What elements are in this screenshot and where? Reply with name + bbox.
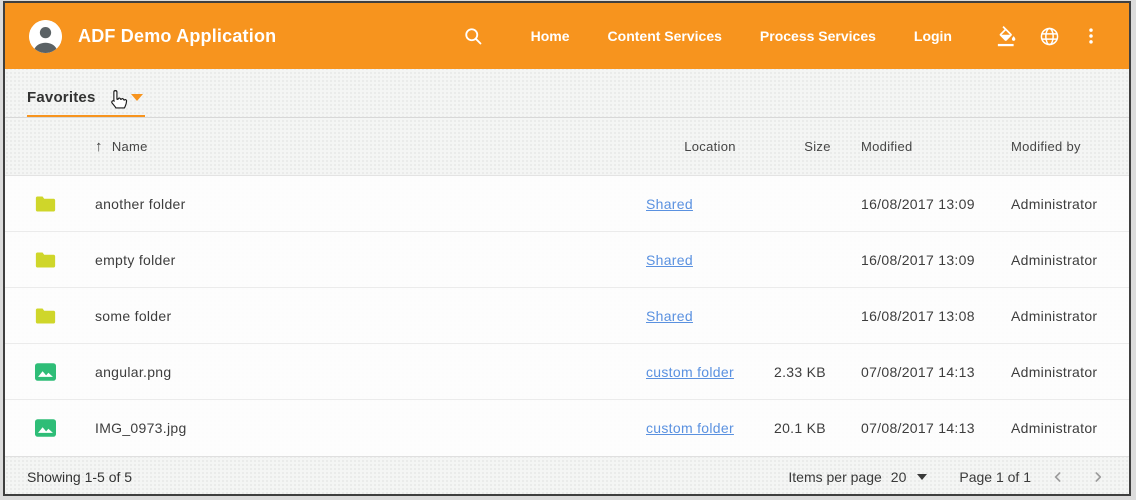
modified-by: Administrator [1011,420,1123,436]
folder-icon [35,307,56,325]
modified-by: Administrator [1011,364,1123,380]
nav-home[interactable]: Home [531,28,570,44]
items-per-page-label: Items per page [788,469,881,485]
file-name: IMG_0973.jpg [95,420,646,436]
table-row[interactable]: another folder Shared 16/08/2017 13:09 A… [5,176,1129,232]
modified-date: 16/08/2017 13:09 [861,196,1011,212]
nav-login[interactable]: Login [914,28,952,44]
more-vert-icon[interactable] [1079,22,1103,50]
image-icon [35,363,56,381]
modified-by: Administrator [1011,308,1123,324]
folder-icon [35,195,56,213]
modified-date: 16/08/2017 13:08 [861,308,1011,324]
page-status: Page 1 of 1 [959,469,1031,485]
location-link[interactable]: Shared [646,252,693,268]
file-size: 20.1 KB [774,420,861,436]
column-header-name[interactable]: ↑ Name [95,138,646,155]
search-icon[interactable] [462,22,486,50]
dropdown-caret-icon [131,94,143,101]
column-header-modified[interactable]: Modified [861,139,1011,154]
view-selector-bar: Favorites [5,69,1129,118]
format-color-fill-icon[interactable] [995,22,1019,50]
app-title: ADF Demo Application [78,26,276,47]
column-header-size[interactable]: Size [774,139,861,154]
image-icon [35,419,56,437]
app-header: ADF Demo Application Home Content Servic… [5,3,1129,69]
nav-content-services[interactable]: Content Services [608,28,722,44]
previous-page-button[interactable] [1045,464,1071,490]
table-row[interactable]: angular.png custom folder 2.33 KB 07/08/… [5,344,1129,400]
app-window: ADF Demo Application Home Content Servic… [3,1,1131,496]
sort-ascending-icon: ↑ [95,138,103,155]
favorites-label: Favorites [27,89,96,106]
table-row[interactable]: IMG_0973.jpg custom folder 20.1 KB 07/08… [5,400,1129,456]
chevron-left-icon [1050,469,1066,485]
file-name: angular.png [95,364,646,380]
table-header-row: ↑ Name Location Size Modified Modified b… [5,118,1129,176]
modified-date: 16/08/2017 13:09 [861,252,1011,268]
chevron-right-icon [1090,469,1106,485]
location-link[interactable]: Shared [646,308,693,324]
dropdown-caret-icon [917,474,927,480]
mouse-cursor-icon [106,89,129,116]
file-size: 2.33 KB [774,364,861,380]
avatar[interactable] [29,20,62,53]
document-list: ↑ Name Location Size Modified Modified b… [5,118,1129,456]
next-page-button[interactable] [1085,464,1111,490]
table-row[interactable]: some folder Shared 16/08/2017 13:08 Admi… [5,288,1129,344]
items-per-page-select[interactable]: Items per page 20 [788,469,927,485]
column-header-location[interactable]: Location [646,139,774,154]
pagination-bar: Showing 1-5 of 5 Items per page 20 Page … [5,456,1129,496]
file-name: some folder [95,308,646,324]
folder-icon [35,251,56,269]
column-header-modified-by[interactable]: Modified by [1011,139,1123,154]
showing-count: Showing 1-5 of 5 [27,469,132,485]
language-globe-icon[interactable] [1037,22,1061,50]
header-nav: Home Content Services Process Services L… [462,22,1103,50]
nav-process-services[interactable]: Process Services [760,28,876,44]
location-link[interactable]: custom folder [646,364,734,380]
items-per-page-value: 20 [891,469,907,485]
location-link[interactable]: Shared [646,196,693,212]
file-name: empty folder [95,252,646,268]
location-link[interactable]: custom folder [646,420,734,436]
modified-by: Administrator [1011,196,1123,212]
modified-date: 07/08/2017 14:13 [861,420,1011,436]
file-name: another folder [95,196,646,212]
user-icon [29,20,62,53]
table-row[interactable]: empty folder Shared 16/08/2017 13:09 Adm… [5,232,1129,288]
modified-by: Administrator [1011,252,1123,268]
modified-date: 07/08/2017 14:13 [861,364,1011,380]
